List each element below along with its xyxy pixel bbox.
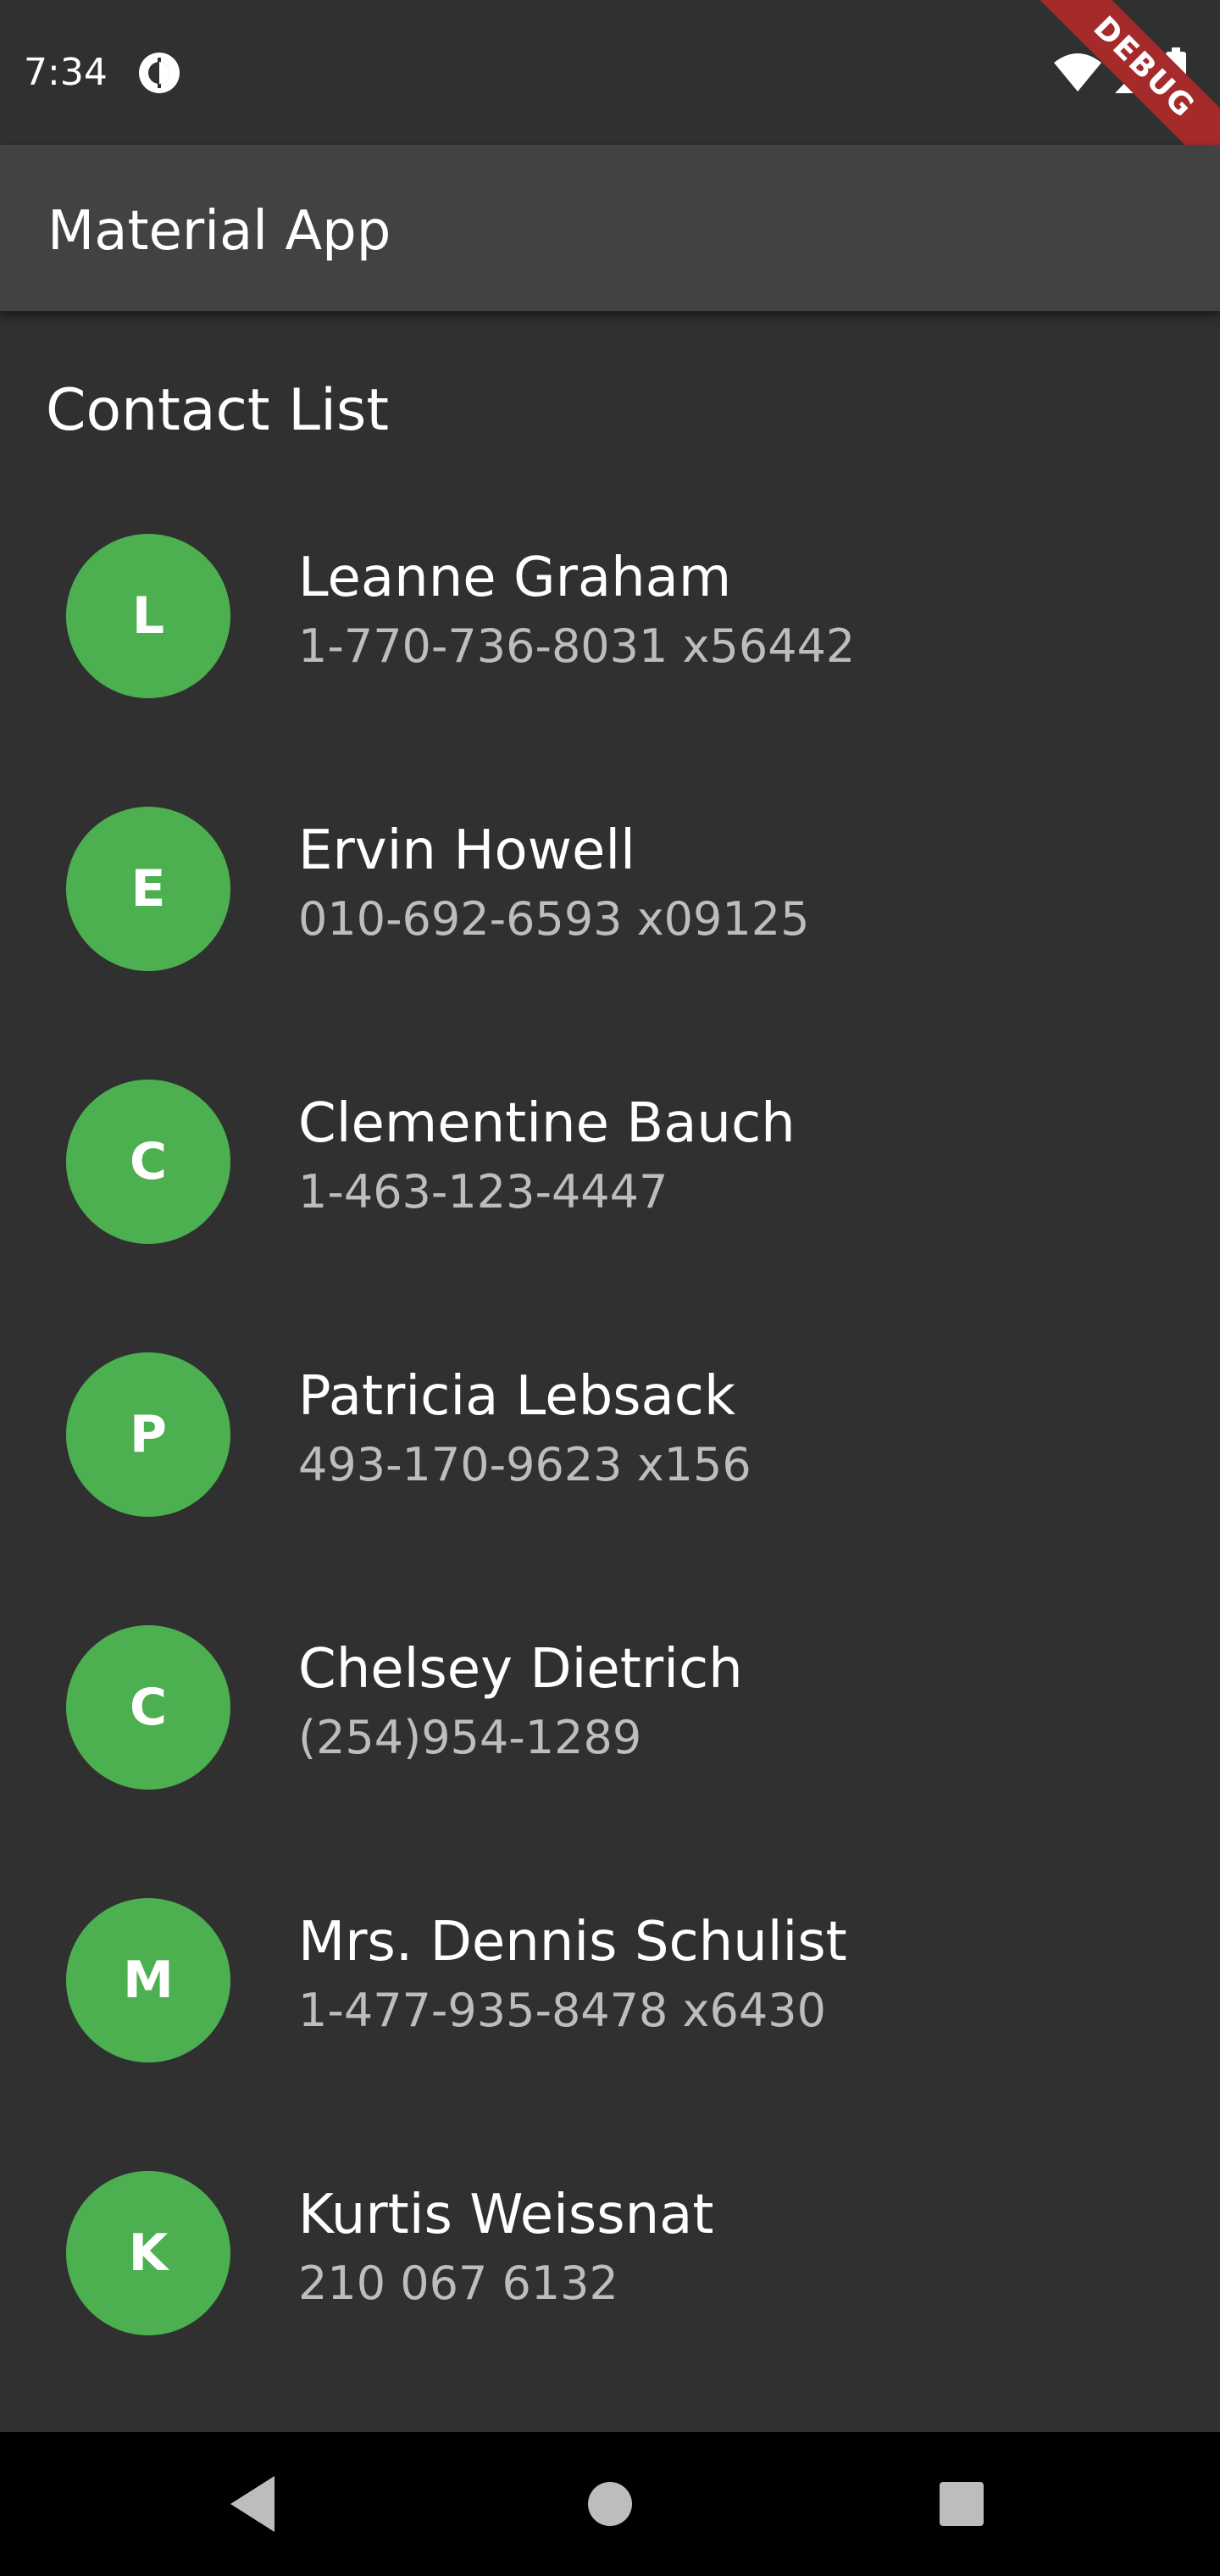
contact-list-item[interactable]: P Patricia Lebsack 493-170-9623 x156 [0, 1327, 1220, 1600]
contact-list-item[interactable]: E Ervin Howell 010-692-6593 x09125 [0, 781, 1220, 1054]
contact-list-item[interactable]: M Mrs. Dennis Schulist 1-477-935-8478 x6… [0, 1873, 1220, 2146]
contact-list-item[interactable]: C Clementine Bauch 1-463-123-4447 [0, 1054, 1220, 1327]
contact-name: Ervin Howell [298, 819, 635, 882]
contact-avatar: L [66, 534, 230, 698]
contact-avatar: K [66, 2171, 230, 2335]
wifi-icon [1054, 53, 1101, 92]
contact-avatar: P [66, 1352, 230, 1517]
contact-avatar: C [66, 1080, 230, 1244]
recents-icon[interactable] [923, 2466, 1000, 2542]
contact-name: Leanne Graham [298, 547, 732, 609]
system-nav-bar [0, 2432, 1220, 2576]
status-bar: 7:34 DEBUG [0, 0, 1220, 194]
contact-phone: 1-463-123-4447 [298, 1165, 668, 1219]
contact-name: Kurtis Weissnat [298, 2184, 714, 2246]
contact-phone: 210 067 6132 [298, 2257, 618, 2310]
home-icon[interactable] [572, 2466, 648, 2542]
contact-phone: 1-477-935-8478 x6430 [298, 1984, 826, 2037]
contact-name: Chelsey Dietrich [298, 1638, 743, 1701]
app-bar: Material App [0, 145, 1220, 311]
contact-name: Mrs. Dennis Schulist [298, 1911, 847, 1974]
contact-avatar: E [66, 807, 230, 971]
contact-list-item[interactable]: K Kurtis Weissnat 210 067 6132 [0, 2146, 1220, 2418]
back-icon[interactable] [215, 2466, 291, 2542]
contact-phone: 493-170-9623 x156 [298, 1438, 751, 1491]
contact-name: Clementine Bauch [298, 1092, 796, 1155]
contact-phone: 010-692-6593 x09125 [298, 892, 810, 946]
screen: 7:34 DEBUG Material App Contact List L L… [0, 0, 1220, 2576]
contact-list-item[interactable]: C Chelsey Dietrich (254)954-1289 [0, 1600, 1220, 1873]
contact-list-item[interactable]: L Leanne Graham 1-770-736-8031 x56442 [0, 508, 1220, 781]
contact-name: Patricia Lebsack [298, 1365, 735, 1428]
contact-phone: (254)954-1289 [298, 1711, 642, 1764]
status-time: 7:34 [24, 51, 108, 94]
contact-list: L Leanne Graham 1-770-736-8031 x56442 E … [0, 508, 1220, 2418]
app-indicator-icon [139, 53, 180, 93]
contact-avatar: C [66, 1625, 230, 1790]
section-title: Contact List [46, 377, 390, 444]
contact-avatar: M [66, 1898, 230, 2062]
app-bar-title: Material App [47, 200, 391, 263]
contact-phone: 1-770-736-8031 x56442 [298, 619, 856, 673]
